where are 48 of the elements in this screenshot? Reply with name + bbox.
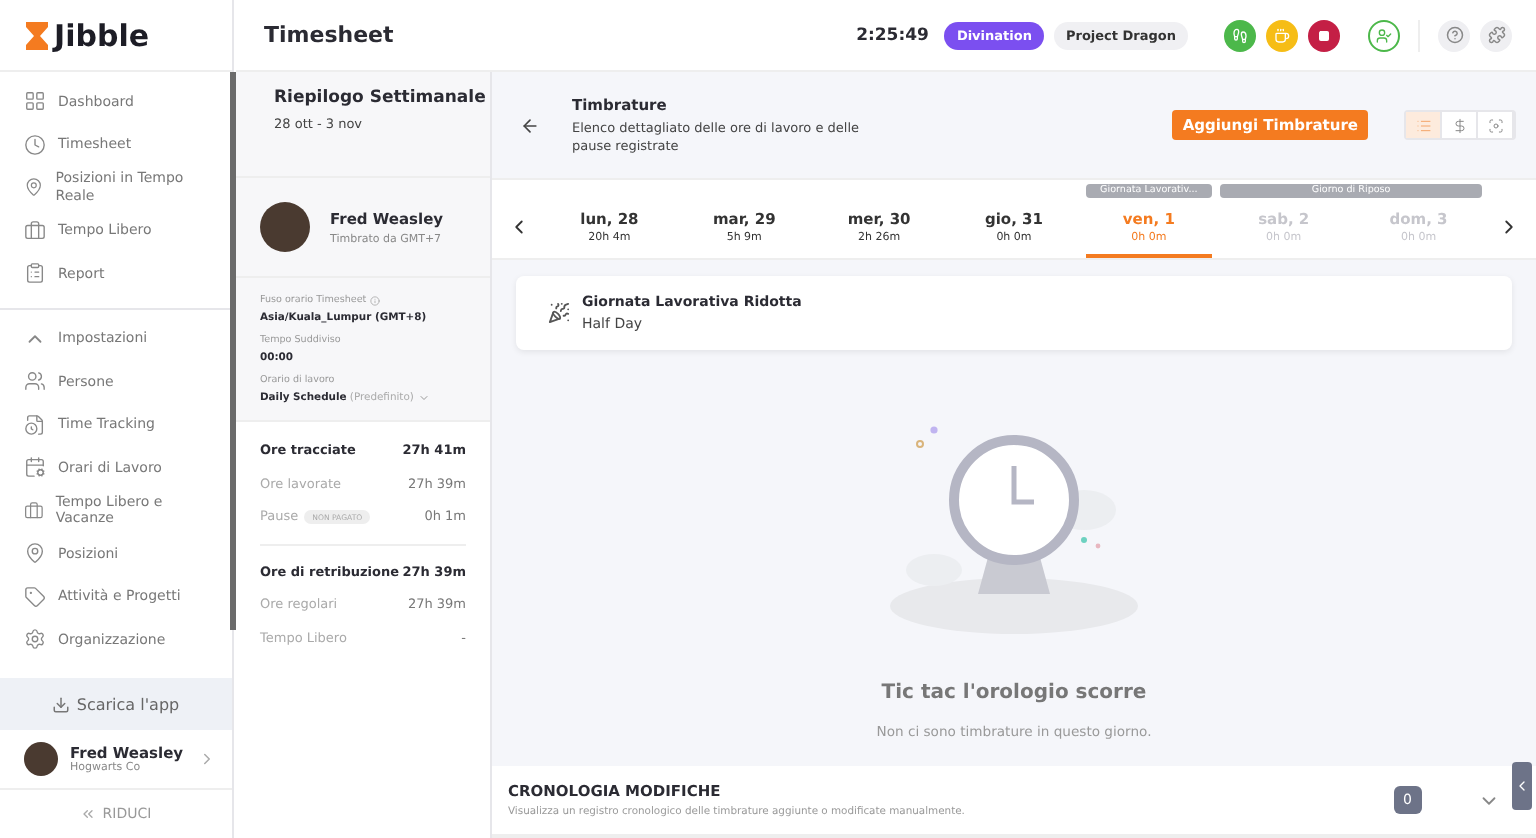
party-popper-icon <box>548 302 570 324</box>
logo-text: Jibble <box>54 17 150 53</box>
cup-icon <box>1274 27 1290 43</box>
stop-icon <box>1318 29 1330 41</box>
people-icon <box>24 370 46 393</box>
clipboard-icon <box>24 262 46 285</box>
view-toggle[interactable] <box>1406 112 1442 138</box>
page-title: Timesheet <box>264 22 396 48</box>
user-check-button[interactable] <box>1368 19 1400 51</box>
help-button[interactable] <box>1438 19 1470 51</box>
info-icon[interactable] <box>370 296 381 306</box>
avatar <box>260 202 310 252</box>
calendar-gear-icon <box>24 456 46 479</box>
double-chevron-icon <box>80 806 97 822</box>
apps-button[interactable] <box>1480 19 1512 51</box>
grid-icon <box>24 90 46 113</box>
tag-icon <box>24 585 46 608</box>
break-button[interactable] <box>1266 19 1298 51</box>
help-icon <box>1445 26 1463 44</box>
stop-button[interactable] <box>1308 19 1340 51</box>
settings-icon <box>24 628 46 651</box>
puzzle-icon <box>1487 26 1505 44</box>
empty-title: Tic tac l'orologio scorre <box>881 682 1147 704</box>
chevron-right-icon[interactable] <box>198 750 216 768</box>
pin-icon <box>24 542 46 565</box>
clock-icon <box>24 133 46 156</box>
chevron-down-icon[interactable] <box>417 392 430 404</box>
dollar-icon <box>1451 117 1467 133</box>
switch-button[interactable] <box>1224 19 1256 51</box>
hourglass-icon <box>26 21 48 49</box>
focus-icon <box>1487 117 1503 133</box>
user-icon <box>1376 27 1392 43</box>
download-icon <box>52 695 71 713</box>
view-toggle[interactable] <box>1442 112 1478 138</box>
back-arrow-icon[interactable] <box>520 115 540 135</box>
view-toggle[interactable] <box>1478 112 1514 138</box>
list-icon <box>1415 117 1431 133</box>
briefcase-icon <box>24 219 46 242</box>
timer: 2:25:49 <box>856 25 929 45</box>
summary-title: Riepilogo Settimanale <box>274 88 488 108</box>
chevron-left-icon <box>1514 778 1530 794</box>
side-panel-toggle[interactable] <box>1512 762 1532 810</box>
avatar <box>24 742 58 776</box>
footsteps-icon <box>1232 27 1248 43</box>
scrollbar[interactable] <box>230 72 236 630</box>
pin-icon <box>24 176 44 199</box>
briefcase-icon <box>24 499 44 522</box>
document-clock-icon <box>24 413 46 436</box>
